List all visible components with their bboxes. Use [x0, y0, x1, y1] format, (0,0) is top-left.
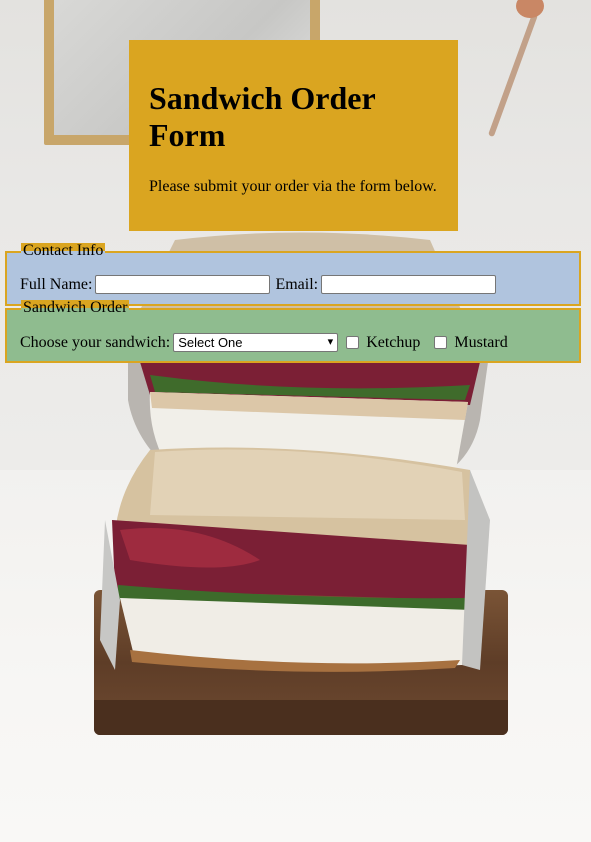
contact-info-legend: Contact Info	[21, 242, 106, 259]
mustard-checkbox[interactable]	[434, 336, 448, 349]
mustard-label[interactable]: Mustard	[454, 334, 507, 352]
ketchup-checkbox[interactable]	[346, 336, 360, 349]
sandwich-choice-label: Choose your sandwich:	[20, 333, 171, 351]
page-subtitle: Please submit your order via the form be…	[149, 178, 437, 195]
page-title: Sandwich Order Form	[149, 80, 376, 153]
email-input[interactable]	[321, 275, 497, 294]
sandwich-order-fieldset: Sandwich Order Choose your sandwich: Sel…	[5, 300, 581, 363]
sandwich-order-legend: Sandwich Order	[21, 299, 130, 316]
contact-info-fieldset: Contact Info Full Name: Email:	[5, 243, 581, 306]
contact-row: Full Name: Email:	[20, 275, 501, 294]
header-card: Sandwich Order Form Please submit your o…	[129, 40, 458, 231]
chevron-down-icon: ▾	[327, 336, 334, 348]
sandwich-select-value: Select One	[178, 335, 243, 350]
email-label: Email:	[275, 275, 319, 293]
full-name-input[interactable]	[95, 275, 271, 294]
full-name-label: Full Name:	[20, 275, 93, 293]
order-row: Choose your sandwich: Select One ▾ Ketch…	[20, 333, 522, 352]
sandwich-select[interactable]: Select One ▾	[173, 333, 339, 352]
ketchup-label[interactable]: Ketchup	[366, 334, 420, 352]
